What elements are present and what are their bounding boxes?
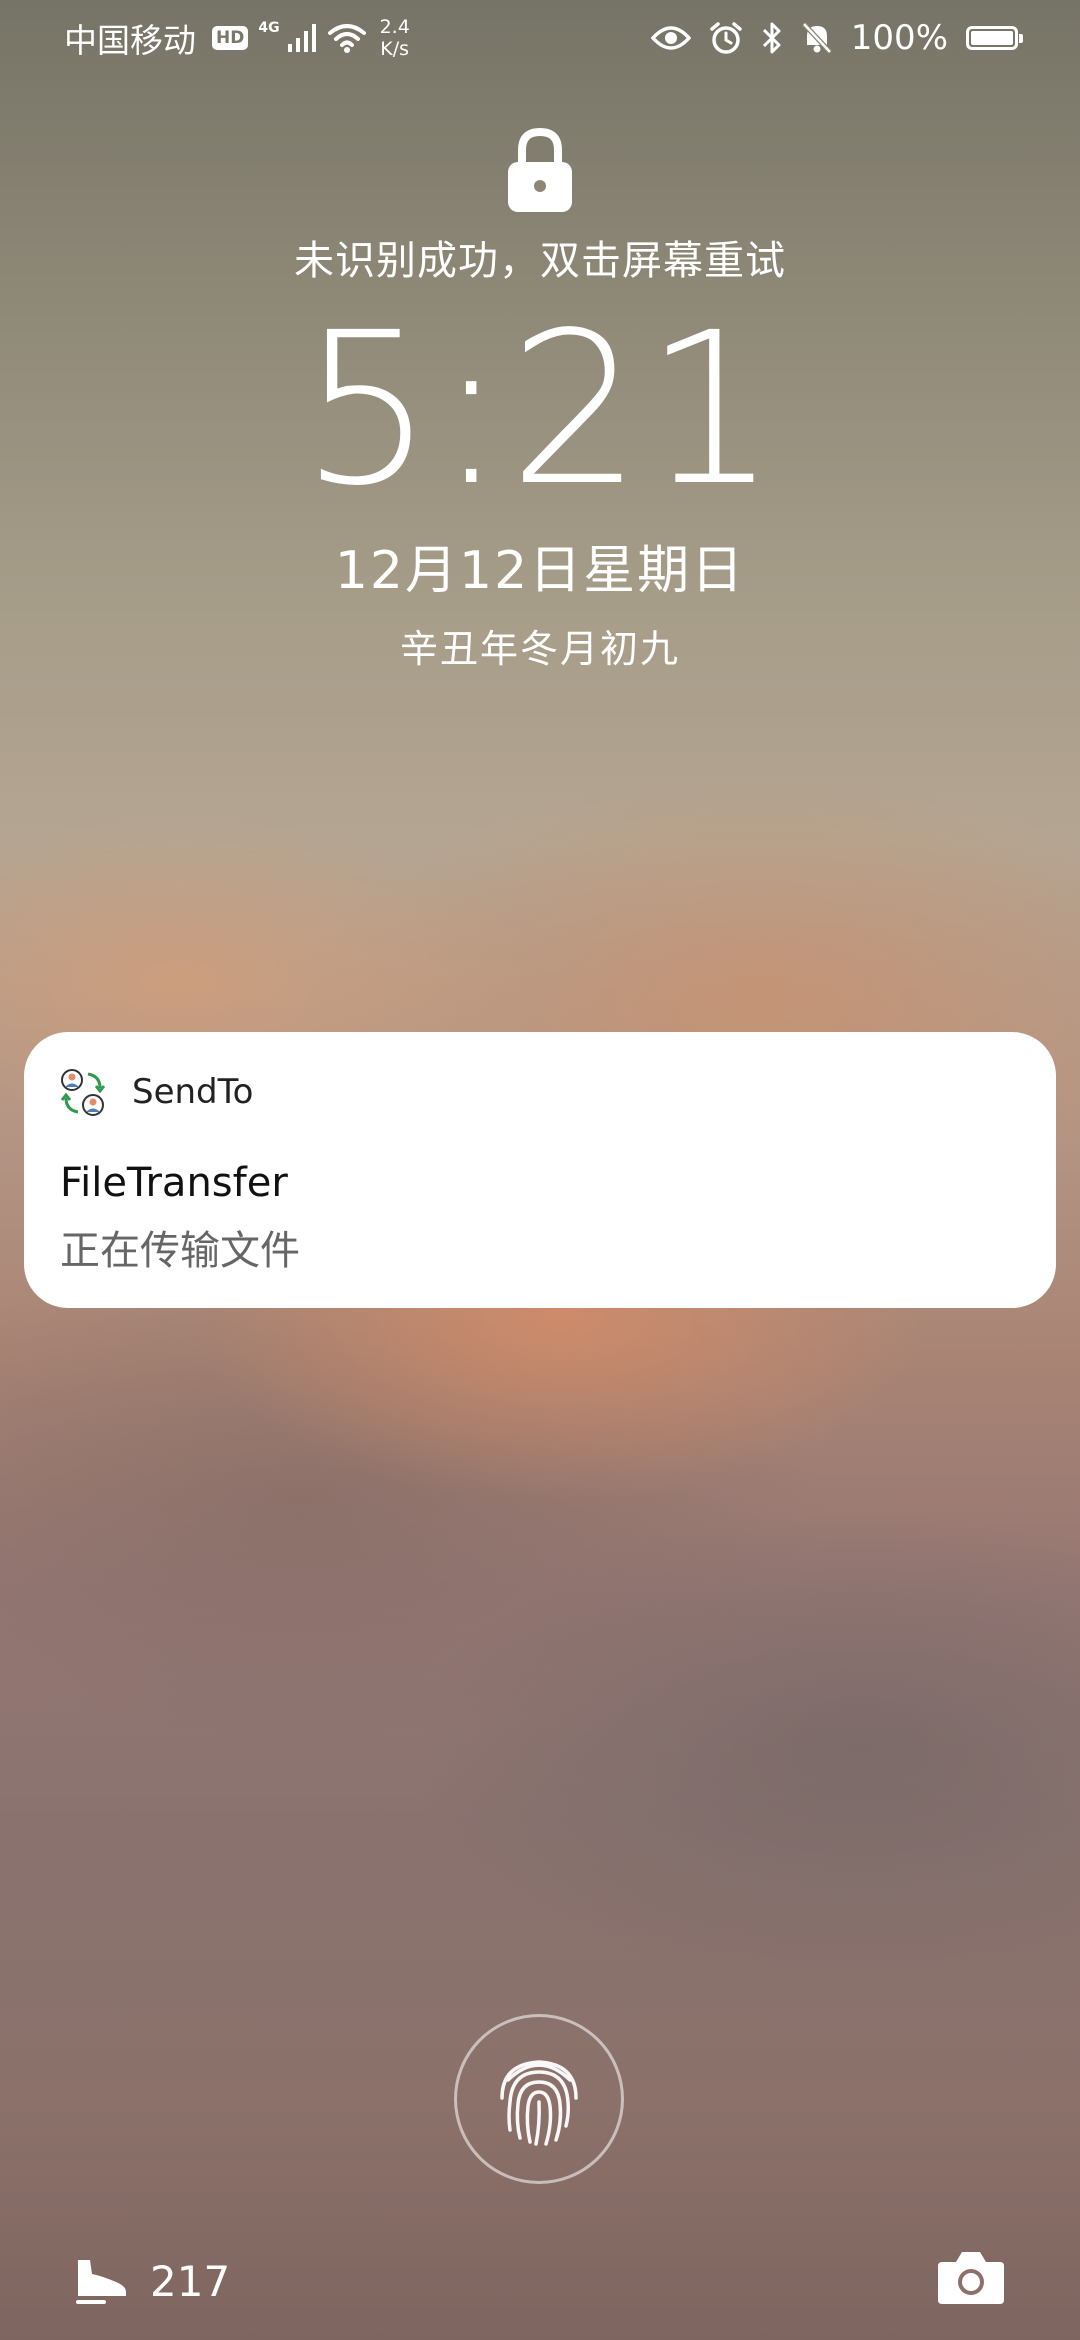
date-text: 12月12日星期日 [334,541,746,601]
clock-time: 5:21 [300,287,780,532]
notification-title: FileTransfer [60,1160,288,1206]
notification-card[interactable]: SendTo FileTransfer 正在传输文件 [24,1032,1056,1308]
status-bar-left: 中国移动 HD 4G 2.4 K/s [64,14,410,62]
sendto-app-icon [60,1069,106,1116]
camera-icon[interactable] [936,2248,1006,2306]
network-type: 4G [258,20,280,36]
step-counter[interactable]: 217 [72,2256,230,2306]
hd-badge: HD [212,26,249,50]
steps-count: 217 [150,2256,231,2306]
eye-icon [650,26,691,50]
unlock-hint: 未识别成功，双击屏幕重试 [294,238,786,284]
fingerprint-icon [500,2060,578,2146]
battery-level-fill [971,31,1013,45]
net-speed-value: 2.4 [379,16,410,38]
battery-icon [966,26,1023,50]
net-speed-unit: K/s [380,38,410,60]
lunar-date: 辛丑年冬月初九 [399,627,680,671]
alarm-icon [710,22,742,54]
notification-app-name: SendTo [132,1072,254,1112]
battery-percent: 100% [850,18,948,58]
shoe-icon [76,2260,126,2304]
signal-icon [287,24,316,52]
mute-icon [801,22,832,54]
bluetooth-icon [762,22,781,54]
notification-body: 正在传输文件 [60,1228,300,1274]
wifi-icon [327,24,366,53]
net-speed: 2.4 K/s [380,16,410,60]
status-bar-right: 100% [650,14,1023,62]
lock-icon[interactable] [504,126,576,214]
carrier-name: 中国移动 [64,21,196,60]
